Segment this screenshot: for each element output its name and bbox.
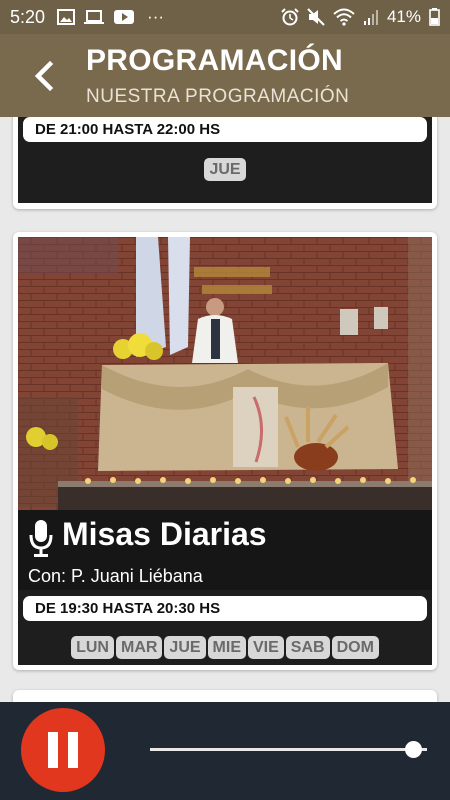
slider-thumb[interactable] [404, 741, 422, 758]
day-chip-mie: MIE [207, 636, 246, 659]
status-time: 5:20 [10, 6, 46, 27]
volume-slider[interactable] [150, 741, 427, 758]
microphone-icon [29, 520, 53, 557]
program-info-overlay: Misas Diarias Con: P. Juani Liébana [18, 510, 432, 590]
schedule-label: DE 21:00 HASTA 22:00 HS [23, 117, 427, 142]
program-card-body: DE 21:00 HASTA 22:00 HS JUE [18, 117, 432, 203]
status-bar: 5:20 ··· 41% [0, 0, 450, 34]
day-row: JUE [18, 158, 432, 181]
program-title: Misas Diarias [62, 516, 267, 552]
youtube-icon [114, 10, 135, 24]
day-chip-sab: SAB [285, 636, 330, 659]
program-card-body: Misas Diarias Con: P. Juani Liébana DE 1… [18, 237, 432, 665]
mute-icon [307, 8, 325, 26]
pause-icon [48, 732, 58, 768]
wifi-icon [333, 8, 355, 26]
page-title: PROGRAMACIÓN [86, 44, 343, 77]
audio-player [0, 702, 450, 800]
more-notifications-icon: ··· [147, 7, 165, 26]
image-icon [57, 9, 76, 25]
pause-button[interactable] [21, 708, 105, 792]
day-chip-lun: LUN [71, 636, 114, 659]
signal-icon [363, 10, 378, 25]
schedule-label: DE 19:30 HASTA 20:30 HS [23, 596, 427, 621]
app-header: PROGRAMACIÓN NUESTRA PROGRAMACIÓN [0, 34, 450, 117]
day-chip-mar: MAR [115, 636, 163, 659]
battery-icon [429, 8, 440, 26]
battery-percent: 41% [386, 7, 421, 26]
page-subtitle: NUESTRA PROGRAMACIÓN [86, 86, 350, 107]
program-photo [18, 237, 432, 510]
day-chip-jue: JUE [164, 636, 206, 659]
program-card[interactable]: Misas Diarias Con: P. Juani Liébana DE 1… [13, 232, 437, 670]
day-chip-dom: DOM [331, 636, 379, 659]
program-list[interactable]: DE 21:00 HASTA 22:00 HS JUE Misas Diaria… [0, 117, 450, 702]
day-chip-vie: VIE [248, 636, 284, 659]
program-card[interactable] [13, 690, 437, 702]
program-card[interactable]: DE 21:00 HASTA 22:00 HS JUE [13, 117, 437, 209]
alarm-icon [281, 8, 299, 26]
day-chip: JUE [204, 158, 246, 181]
program-host: Con: P. Juani Liébana [28, 566, 203, 586]
back-arrow-icon[interactable] [28, 56, 60, 96]
day-row: LUN MAR JUE MIE VIE SAB DOM [18, 636, 432, 659]
notification-icons: ··· [57, 7, 164, 27]
laptop-icon [84, 10, 105, 24]
pause-icon [68, 732, 78, 768]
